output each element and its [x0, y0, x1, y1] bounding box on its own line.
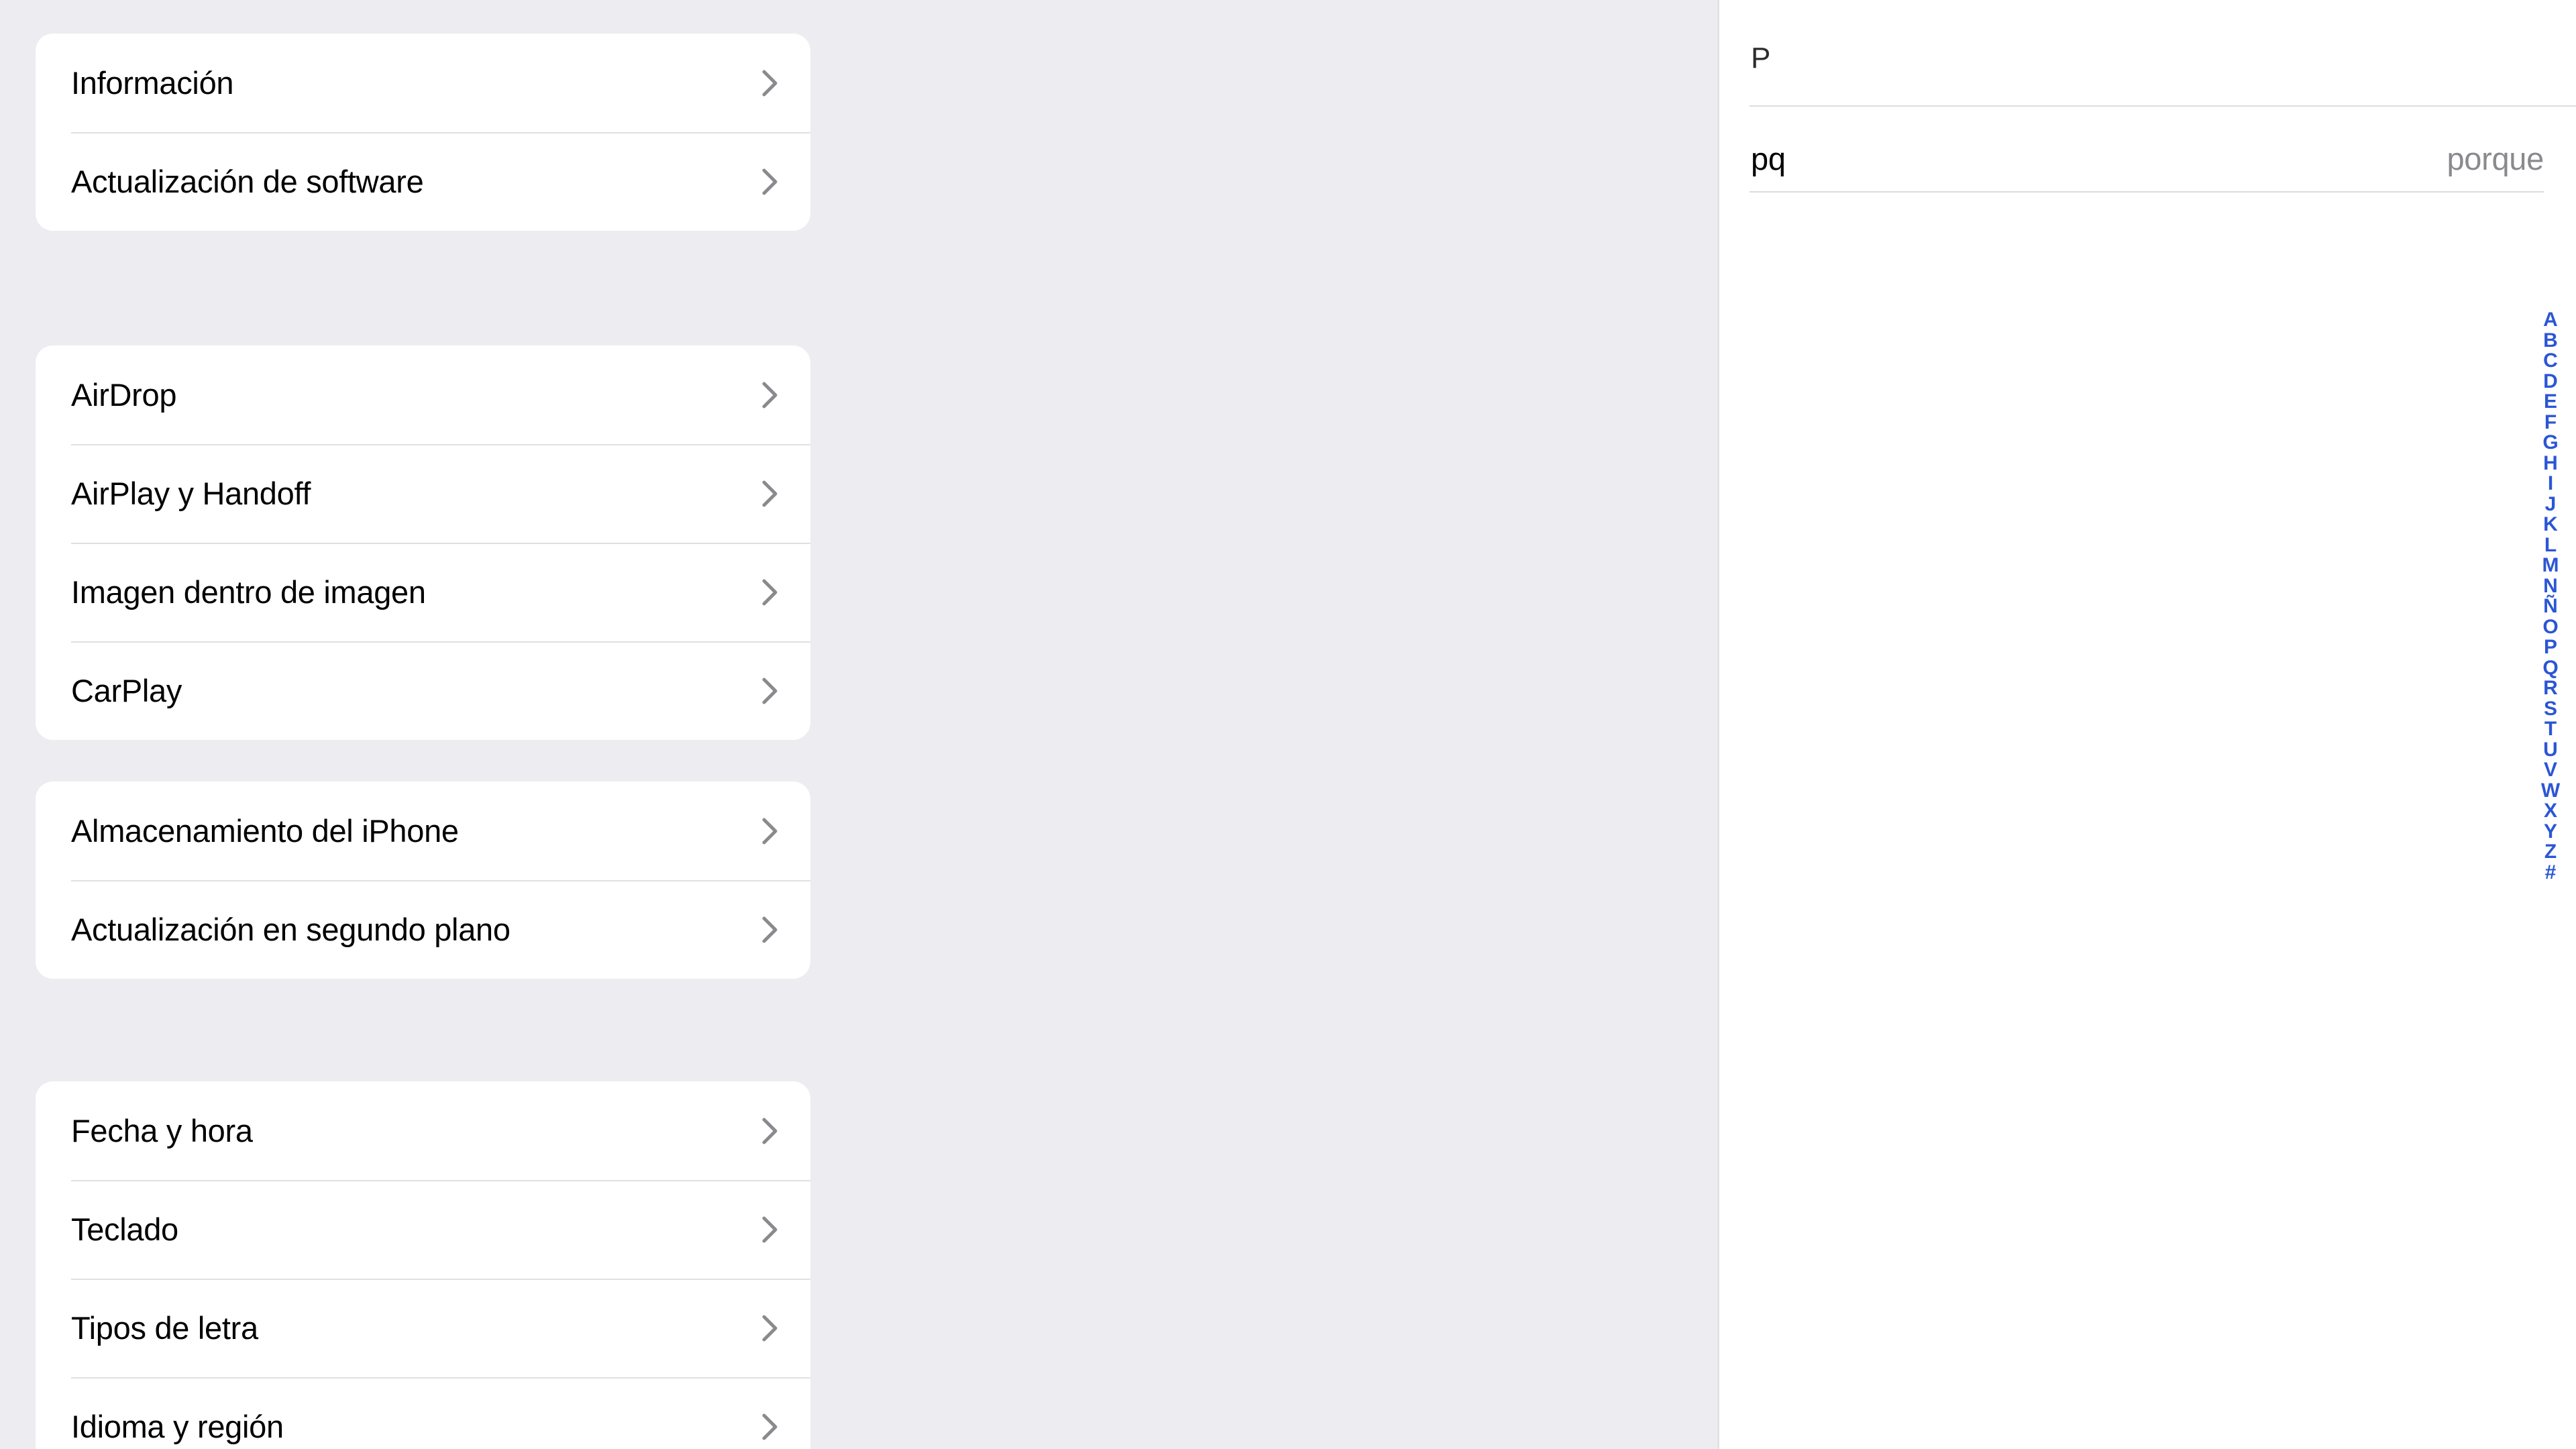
index-letter[interactable]: Ñ	[2543, 596, 2558, 617]
card-device-group: Información Actualización de software	[36, 34, 810, 231]
index-letter[interactable]: A	[2543, 309, 2558, 331]
index-letter[interactable]: Y	[2544, 821, 2557, 843]
chevron-right-icon	[762, 1413, 778, 1441]
separator	[1750, 191, 2544, 193]
card-connectivity-group: AirDrop AirPlay y Handoff Imagen dentro …	[36, 345, 810, 740]
card-storage-group: Almacenamiento del iPhone Actualización …	[36, 782, 810, 979]
row-label: Imagen dentro de imagen	[71, 574, 426, 610]
index-letter[interactable]: S	[2544, 698, 2557, 720]
index-letter[interactable]: P	[2544, 637, 2557, 658]
index-letter[interactable]: T	[2544, 718, 2557, 740]
index-letter[interactable]: G	[2542, 432, 2558, 453]
screen-root: Información Actualización de software Ai…	[0, 0, 2576, 1449]
separator	[1750, 105, 2576, 107]
index-letter[interactable]: Z	[2544, 841, 2557, 863]
index-letter[interactable]: U	[2543, 739, 2558, 761]
index-letter[interactable]: W	[2541, 780, 2560, 802]
index-letter[interactable]: J	[2545, 494, 2557, 515]
list-item[interactable]: pq porque	[1751, 129, 2544, 188]
row-fecha-y-hora[interactable]: Fecha y hora	[36, 1081, 810, 1180]
section-index-header-p: P	[1751, 42, 1771, 74]
row-tipos-de-letra[interactable]: Tipos de letra	[36, 1279, 810, 1377]
index-letter[interactable]: V	[2544, 759, 2557, 781]
row-almacenamiento-del-iphone[interactable]: Almacenamiento del iPhone	[36, 782, 810, 880]
row-carplay[interactable]: CarPlay	[36, 641, 810, 740]
row-airdrop[interactable]: AirDrop	[36, 345, 810, 444]
entry-phrase: porque	[2447, 140, 2544, 176]
chevron-right-icon	[762, 578, 778, 606]
alphabet-index[interactable]: A B C D E F G H I J K L M N Ñ O P Q R S …	[2536, 309, 2565, 883]
row-label: Actualización de software	[71, 164, 424, 199]
index-letter[interactable]: M	[2542, 555, 2559, 576]
settings-region: Información Actualización de software Ai…	[0, 0, 1717, 1449]
index-letter[interactable]: H	[2543, 453, 2558, 474]
index-letter[interactable]: N	[2543, 576, 2558, 597]
chevron-right-icon	[762, 69, 778, 97]
settings-left-column[interactable]: Información Actualización de software Ai…	[0, 0, 859, 1449]
row-teclado[interactable]: Teclado	[36, 1180, 810, 1279]
entry-shortcut: pq	[1751, 140, 1786, 176]
row-label: Idioma y región	[71, 1409, 284, 1444]
row-idioma-y-region[interactable]: Idioma y región	[36, 1377, 810, 1449]
row-label: Actualización en segundo plano	[71, 912, 511, 947]
chevron-right-icon	[762, 817, 778, 845]
index-letter[interactable]: E	[2544, 391, 2557, 413]
row-actualizacion-en-segundo-plano[interactable]: Actualización en segundo plano	[36, 880, 810, 979]
row-label: AirPlay y Handoff	[71, 476, 311, 511]
index-letter[interactable]: Q	[2542, 657, 2558, 679]
chevron-right-icon	[762, 1314, 778, 1342]
chevron-right-icon	[762, 381, 778, 409]
text-replacement-detail-panel: P pq porque A B C D E F G H I J K L M N …	[1717, 0, 2576, 1449]
row-label: Información	[71, 65, 234, 101]
index-letter[interactable]: F	[2544, 412, 2557, 433]
index-letter[interactable]: #	[2545, 862, 2557, 883]
row-label: Tipos de letra	[71, 1310, 258, 1346]
index-letter[interactable]: B	[2543, 330, 2558, 352]
chevron-right-icon	[762, 677, 778, 705]
row-imagen-dentro-de-imagen[interactable]: Imagen dentro de imagen	[36, 543, 810, 641]
index-letter[interactable]: X	[2544, 800, 2557, 822]
row-label: AirDrop	[71, 377, 177, 413]
row-label: Fecha y hora	[71, 1113, 253, 1148]
chevron-right-icon	[762, 480, 778, 508]
chevron-right-icon	[762, 168, 778, 196]
card-system-group: Fecha y hora Teclado Tipos de letra Idio…	[36, 1081, 810, 1449]
index-letter[interactable]: C	[2543, 350, 2558, 372]
row-label: CarPlay	[71, 673, 182, 708]
index-letter[interactable]: R	[2543, 678, 2558, 699]
panel-divider	[1717, 0, 1719, 1449]
chevron-right-icon	[762, 916, 778, 944]
index-letter[interactable]: I	[2548, 473, 2553, 494]
row-informacion[interactable]: Información	[36, 34, 810, 132]
index-letter[interactable]: O	[2542, 616, 2558, 638]
row-label: Teclado	[71, 1212, 178, 1247]
row-label: Almacenamiento del iPhone	[71, 813, 459, 849]
row-airplay-y-handoff[interactable]: AirPlay y Handoff	[36, 444, 810, 543]
settings-middle-column[interactable]: Teclados 2 Sustitución de texto	[859, 0, 1717, 1449]
index-letter[interactable]: K	[2543, 514, 2558, 535]
chevron-right-icon	[762, 1216, 778, 1244]
chevron-right-icon	[762, 1117, 778, 1145]
index-letter[interactable]: D	[2543, 371, 2558, 392]
index-letter[interactable]: L	[2544, 535, 2557, 556]
row-actualizacion-de-software[interactable]: Actualización de software	[36, 132, 810, 231]
